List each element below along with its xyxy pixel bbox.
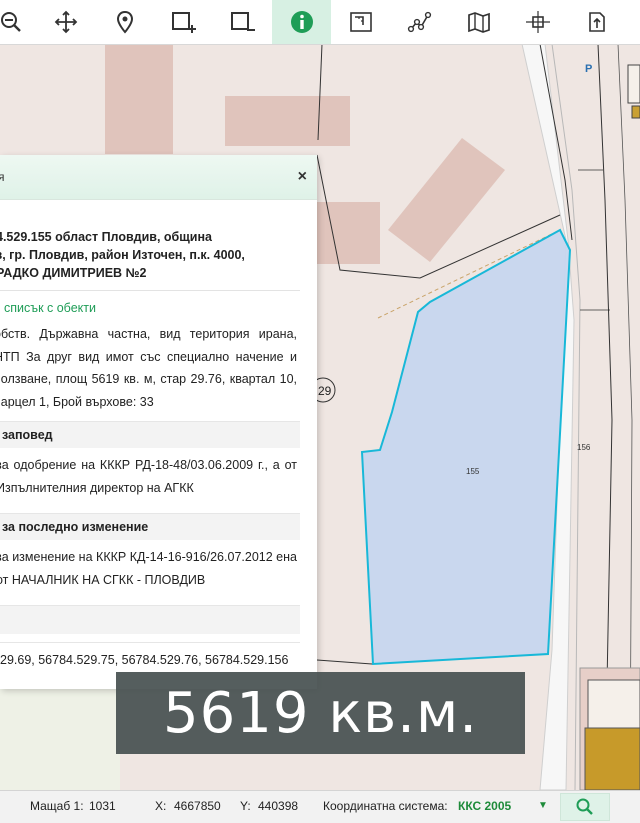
info-tool[interactable] [272,0,331,44]
crs-select[interactable]: ККС 2005 [458,799,511,813]
parcel-156-label: 156 [577,443,591,452]
neighbors-heading [0,605,300,634]
address-line-2: з, гр. Пловдив, район Източен, п.к. 4000… [0,248,245,262]
map-book-icon [467,12,490,33]
parcel-155-label: 155 [466,467,480,476]
order-heading: заповед [0,421,300,448]
select-remove-tool[interactable] [213,0,272,44]
info-icon [290,11,313,33]
polyline-tool[interactable] [390,0,449,44]
small-building [627,64,640,104]
objects-list-link[interactable]: списък с обекти [0,291,317,315]
address-line-3: РАДКО ДИМИТРИЕВ №2 [0,266,147,280]
close-icon[interactable]: × [298,168,307,186]
parking-label: P [585,63,592,75]
pan-tool[interactable] [36,0,95,44]
select-add-icon [171,12,196,33]
crs-label: Координатна система: [323,799,448,813]
x-label: X: [155,799,167,813]
panel-title: я [0,170,5,184]
polyline-icon [407,11,431,33]
export-icon [588,12,605,32]
zoom-out-icon [1,12,21,32]
address-line-1: 4.529.155 област Пловдив, община [0,230,212,244]
parcel-129-label: 29 [318,384,332,398]
y-label: Y: [240,799,251,813]
status-bar: Мащаб 1: 1031 X: 4667850 Y: 440398 Коорд… [0,790,640,823]
parcel-address: 4.529.155 област Пловдив, община з, гр. … [0,218,300,291]
crosshair-tool[interactable] [508,0,567,44]
building [225,96,350,146]
order-text: за одобрение на КККР РД-18-48/03.06.2009… [0,458,297,495]
x-value: 4667850 [174,799,221,813]
location-pin-icon [116,10,133,34]
location-tool[interactable] [95,0,154,44]
y-value: 440398 [258,799,299,813]
neighbor-parcels: 29.69, 56784.529.75, 56784.529.76, 56784… [0,642,300,669]
info-panel: я × 4.529.155 област Пловдив, община з, … [0,155,317,689]
building [105,44,173,154]
search-icon [576,798,593,815]
pan-arrows-icon [54,10,77,34]
map-toolbar [0,0,640,45]
change-heading: за последно изменение [0,513,300,540]
measure-tool[interactable] [331,0,390,44]
measure-icon [349,12,372,32]
change-text: за изменение на КККР КД-14-16-916/26.07.… [0,550,297,587]
small-building-yellow [631,105,640,119]
select-remove-icon [230,12,255,31]
scale-label: Мащаб 1: [30,799,84,813]
chevron-down-icon[interactable]: ▼ [538,800,548,811]
map-book-tool[interactable] [449,0,508,44]
parcel-description: обств. Държавна частна, вид територия ир… [0,327,297,409]
zoom-out-tool[interactable] [0,0,36,44]
select-add-tool[interactable] [154,0,213,44]
crosshair-icon [525,11,550,33]
search-button[interactable] [560,793,610,821]
area-badge: 5619 кв.м. [116,672,525,754]
scale-value: 1031 [89,799,116,813]
export-tool[interactable] [567,0,626,44]
panel-header: я × [0,155,317,200]
building-yellow [584,727,640,790]
